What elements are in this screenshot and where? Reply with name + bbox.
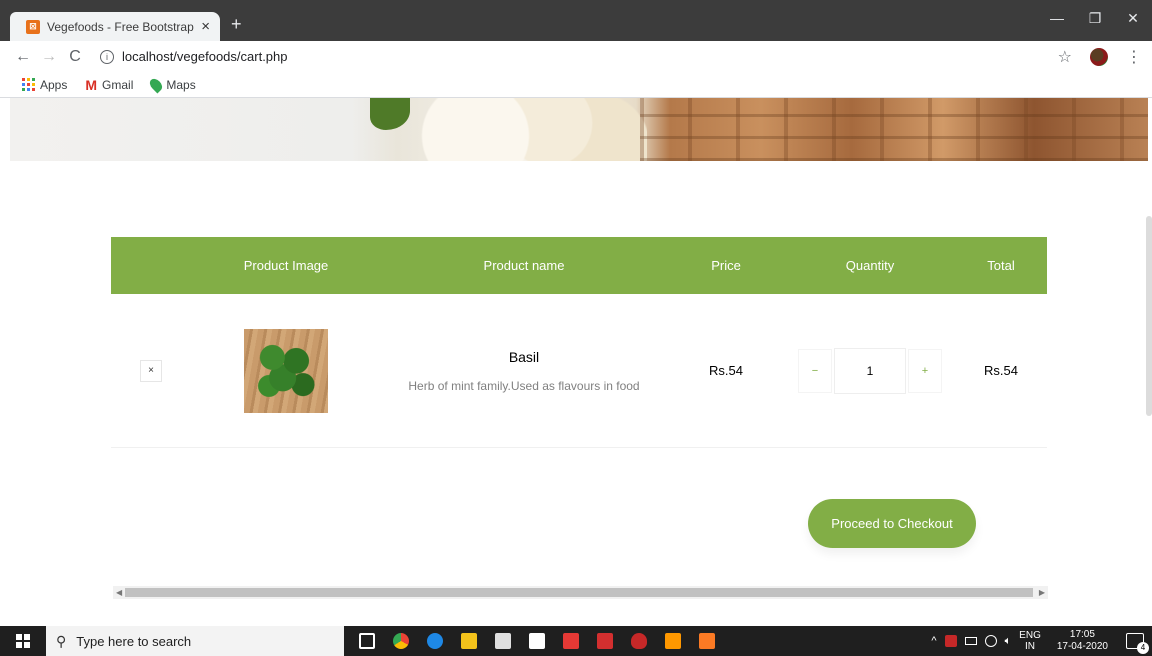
- cart-table-header: Product Image Product name Price Quantit…: [111, 237, 1047, 294]
- maps-pin-icon: [147, 76, 165, 93]
- table-row: × Basil Herb of mint family.Used as flav…: [111, 294, 1047, 448]
- mail-app-icon[interactable]: [588, 626, 622, 656]
- notification-count: 4: [1137, 642, 1149, 654]
- tab-title: Vegefoods - Free Bootstrap 4 Te: [47, 19, 197, 34]
- cart-table: Product Image Product name Price Quantit…: [111, 237, 1047, 448]
- file-explorer-icon[interactable]: [452, 626, 486, 656]
- header-product-image: Product Image: [243, 258, 329, 273]
- language-indicator[interactable]: ENG IN: [1019, 630, 1041, 652]
- info-icon[interactable]: i: [100, 49, 114, 64]
- minimize-icon[interactable]: —: [1038, 10, 1076, 27]
- clock-time: 17:05: [1069, 629, 1095, 640]
- sublime-text-icon[interactable]: [656, 626, 690, 656]
- url-field[interactable]: i localhost/vegefoods/cart.php: [100, 49, 288, 64]
- bookmarks-bar: Apps M Gmail Maps: [0, 72, 1152, 98]
- mcafee-icon[interactable]: [622, 626, 656, 656]
- product-image: [244, 328, 328, 413]
- product-price: Rs.54: [709, 363, 743, 378]
- quantity-stepper: − +: [785, 347, 955, 394]
- volume-icon[interactable]: 🔈︎: [1005, 635, 1012, 648]
- taskbar-search[interactable]: ⚲ Type here to search: [46, 626, 344, 656]
- clock-date: 17-04-2020: [1056, 641, 1108, 652]
- chrome-icon[interactable]: [384, 626, 418, 656]
- bookmark-label: Maps: [166, 77, 196, 92]
- hero-banner-image: [10, 98, 1148, 161]
- scroll-right-icon[interactable]: ▶: [1039, 586, 1045, 599]
- bookmark-apps[interactable]: Apps: [22, 78, 67, 92]
- product-total: Rs.54: [984, 363, 1018, 378]
- hero-cauliflower: [402, 98, 647, 161]
- new-tab-button[interactable]: +: [231, 14, 242, 35]
- task-view-icon[interactable]: [350, 626, 384, 656]
- horizontal-scrollbar[interactable]: ◀ ▶: [113, 586, 1048, 599]
- back-arrow-icon[interactable]: ←: [10, 48, 36, 66]
- mail-icon[interactable]: [520, 626, 554, 656]
- header-total: Total: [987, 258, 1015, 273]
- restore-icon[interactable]: ❐: [1076, 10, 1114, 27]
- quantity-increase-button[interactable]: +: [908, 348, 942, 393]
- taskbar-pinned-apps: [350, 626, 724, 656]
- windows-logo-icon: [16, 634, 30, 648]
- header-price: Price: [711, 258, 741, 273]
- battery-icon[interactable]: [964, 637, 977, 645]
- forward-arrow-icon[interactable]: →: [36, 48, 62, 66]
- network-icon[interactable]: [984, 635, 997, 647]
- edge-icon[interactable]: [418, 626, 452, 656]
- reload-icon[interactable]: C: [62, 48, 88, 66]
- pdf-reader-icon[interactable]: [554, 626, 588, 656]
- page-viewport: Product Image Product name Price Quantit…: [0, 98, 1152, 626]
- window-controls: — ❐ ✕: [1038, 10, 1152, 27]
- tray-chevron-icon[interactable]: ^: [931, 635, 936, 647]
- vertical-scrollbar[interactable]: [1146, 216, 1152, 416]
- remove-item-button[interactable]: ×: [140, 359, 162, 382]
- browser-tab[interactable]: ⊠ Vegefoods - Free Bootstrap 4 Te ×: [16, 12, 220, 41]
- bookmark-maps[interactable]: Maps: [147, 76, 196, 93]
- apps-grid-icon: [22, 78, 35, 91]
- start-button[interactable]: [0, 626, 46, 656]
- header-quantity: Quantity: [845, 258, 895, 273]
- quantity-input[interactable]: [834, 347, 906, 394]
- browser-tab-bar: ⊠ Vegefoods - Free Bootstrap 4 Te × + — …: [0, 0, 1152, 41]
- scrollbar-thumb[interactable]: [125, 588, 1033, 597]
- proceed-to-checkout-button[interactable]: Proceed to Checkout: [808, 499, 976, 548]
- scroll-left-icon[interactable]: ◀: [116, 586, 122, 599]
- favicon-icon: ⊠: [26, 19, 40, 34]
- system-tray: ^ 🔈︎ ENG IN 17:05 17-04-2020 4: [931, 626, 1152, 656]
- bookmark-star-icon[interactable]: ☆: [1058, 47, 1072, 67]
- browser-menu-icon[interactable]: ⋮: [1126, 47, 1142, 67]
- tab-close-icon[interactable]: ×: [201, 18, 210, 35]
- search-placeholder: Type here to search: [76, 633, 192, 649]
- product-description: Herb of mint family.Used as flavours in …: [408, 378, 640, 393]
- gmail-icon: M: [85, 76, 98, 93]
- store-icon[interactable]: [486, 626, 520, 656]
- url-text: localhost/vegefoods/cart.php: [122, 49, 288, 64]
- clock[interactable]: 17:05 17-04-2020: [1057, 629, 1108, 653]
- header-product-name: Product name: [483, 258, 565, 273]
- extension-icon[interactable]: [1090, 48, 1108, 66]
- xampp-icon[interactable]: [690, 626, 724, 656]
- quantity-decrease-button[interactable]: −: [798, 348, 832, 393]
- hero-basket: [640, 98, 1148, 161]
- close-window-icon[interactable]: ✕: [1114, 10, 1152, 27]
- address-bar-actions: ☆ ⋮: [1058, 47, 1142, 67]
- tray-defender-icon[interactable]: [944, 635, 957, 647]
- product-name: Basil: [508, 348, 540, 365]
- basil-leaves: [252, 336, 320, 405]
- bookmark-label: Apps: [40, 77, 68, 92]
- bookmark-label: Gmail: [102, 77, 134, 92]
- address-bar: ← → C i localhost/vegefoods/cart.php ☆ ⋮: [0, 41, 1152, 72]
- notification-center-icon[interactable]: 4: [1126, 633, 1149, 654]
- bookmark-gmail[interactable]: M Gmail: [85, 77, 133, 93]
- windows-taskbar: ⚲ Type here to search ^ 🔈︎ ENG IN 17:05 …: [0, 626, 1152, 656]
- search-icon: ⚲: [56, 632, 67, 649]
